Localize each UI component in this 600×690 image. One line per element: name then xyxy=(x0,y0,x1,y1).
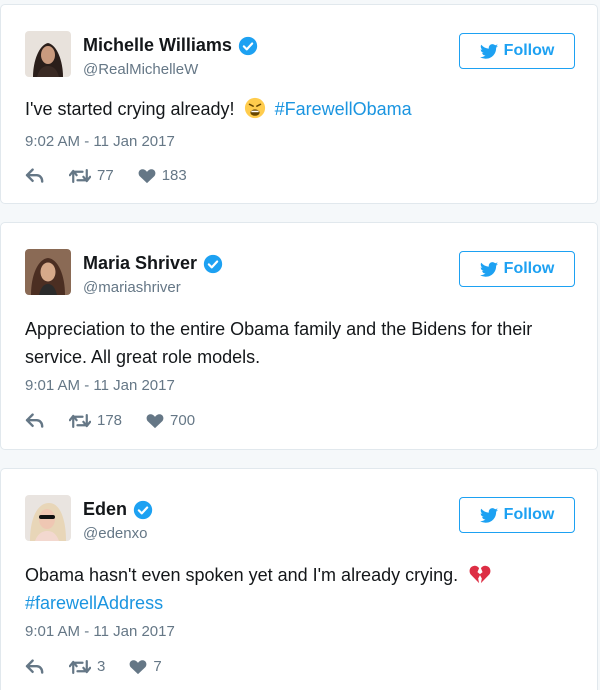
retweet-icon xyxy=(69,168,91,183)
tweet-text: Obama hasn't even spoken yet and I'm alr… xyxy=(25,561,565,617)
like-count: 700 xyxy=(170,412,196,429)
broken-heart-emoji-icon xyxy=(469,565,491,584)
verified-badge-icon xyxy=(238,36,258,55)
author-name[interactable]: Maria Shriver xyxy=(83,253,197,274)
retweet-button[interactable]: 3 xyxy=(69,658,105,675)
retweet-count: 3 xyxy=(97,658,106,675)
tweet-timestamp[interactable]: 9:01 AM - 11 Jan 2017 xyxy=(25,377,175,394)
retweet-icon xyxy=(69,659,91,674)
hashtag-link[interactable]: #FarewellObama xyxy=(275,99,412,119)
like-button[interactable]: 700 xyxy=(146,412,195,429)
reply-button[interactable] xyxy=(25,658,45,675)
like-button[interactable]: 7 xyxy=(129,658,162,675)
avatar[interactable] xyxy=(25,249,71,295)
heart-icon xyxy=(138,168,156,183)
verified-badge-icon xyxy=(203,254,223,273)
like-count: 7 xyxy=(153,658,162,675)
tweet-card: Eden @edenxo Follow Obama hasn't even sp… xyxy=(0,468,598,690)
like-button[interactable]: 183 xyxy=(138,167,187,184)
author-row: Maria Shriver xyxy=(83,253,223,274)
follow-button[interactable]: Follow xyxy=(459,33,575,69)
author-handle[interactable]: @edenxo xyxy=(83,525,147,542)
retweet-button[interactable]: 77 xyxy=(69,167,114,184)
author-name[interactable]: Michelle Williams xyxy=(83,35,232,56)
avatar[interactable] xyxy=(25,31,71,77)
twitter-bird-icon xyxy=(479,261,498,277)
follow-label: Follow xyxy=(503,506,555,523)
tweet-text: I've started crying already! #FarewellOb… xyxy=(25,95,565,123)
reply-button[interactable] xyxy=(25,167,45,184)
tweet-body: I've started crying already! xyxy=(25,99,235,119)
heart-icon xyxy=(146,413,164,428)
tweet-card: Maria Shriver @mariashriver Follow Appre… xyxy=(0,222,598,450)
tweet-card: Michelle Williams @RealMichelleW Follow … xyxy=(0,4,598,204)
tweet-timestamp[interactable]: 9:01 AM - 11 Jan 2017 xyxy=(25,623,175,640)
retweet-button[interactable]: 178 xyxy=(69,412,122,429)
reply-button[interactable] xyxy=(25,412,45,429)
author-handle[interactable]: @mariashriver xyxy=(83,279,181,296)
heart-icon xyxy=(129,659,147,674)
avatar[interactable] xyxy=(25,495,71,541)
tweet-actions: 178 700 xyxy=(25,412,219,429)
author-row: Eden xyxy=(83,499,153,520)
follow-label: Follow xyxy=(503,260,555,277)
reply-icon xyxy=(25,412,44,428)
retweet-count: 178 xyxy=(97,412,123,429)
weary-face-emoji-icon xyxy=(244,97,265,119)
retweet-count: 77 xyxy=(97,167,114,184)
tweet-actions: 77 183 xyxy=(25,167,211,184)
verified-badge-icon xyxy=(133,500,153,519)
follow-button[interactable]: Follow xyxy=(459,251,575,287)
retweet-icon xyxy=(69,413,91,428)
follow-button[interactable]: Follow xyxy=(459,497,575,533)
tweet-actions: 3 7 xyxy=(25,658,186,675)
twitter-bird-icon xyxy=(479,507,498,523)
follow-label: Follow xyxy=(503,42,555,59)
like-count: 183 xyxy=(161,167,187,184)
reply-icon xyxy=(25,658,44,674)
hashtag-link[interactable]: #farewellAddress xyxy=(25,593,163,613)
author-handle[interactable]: @RealMichelleW xyxy=(83,61,198,78)
tweet-body: Obama hasn't even spoken yet and I'm alr… xyxy=(25,565,459,585)
author-name[interactable]: Eden xyxy=(83,499,127,520)
reply-icon xyxy=(25,167,44,183)
tweet-timestamp[interactable]: 9:02 AM - 11 Jan 2017 xyxy=(25,133,175,150)
tweet-body: Appreciation to the entire Obama family … xyxy=(25,319,533,367)
twitter-bird-icon xyxy=(479,43,498,59)
author-row: Michelle Williams xyxy=(83,35,258,56)
tweet-text: Appreciation to the entire Obama family … xyxy=(25,315,565,371)
